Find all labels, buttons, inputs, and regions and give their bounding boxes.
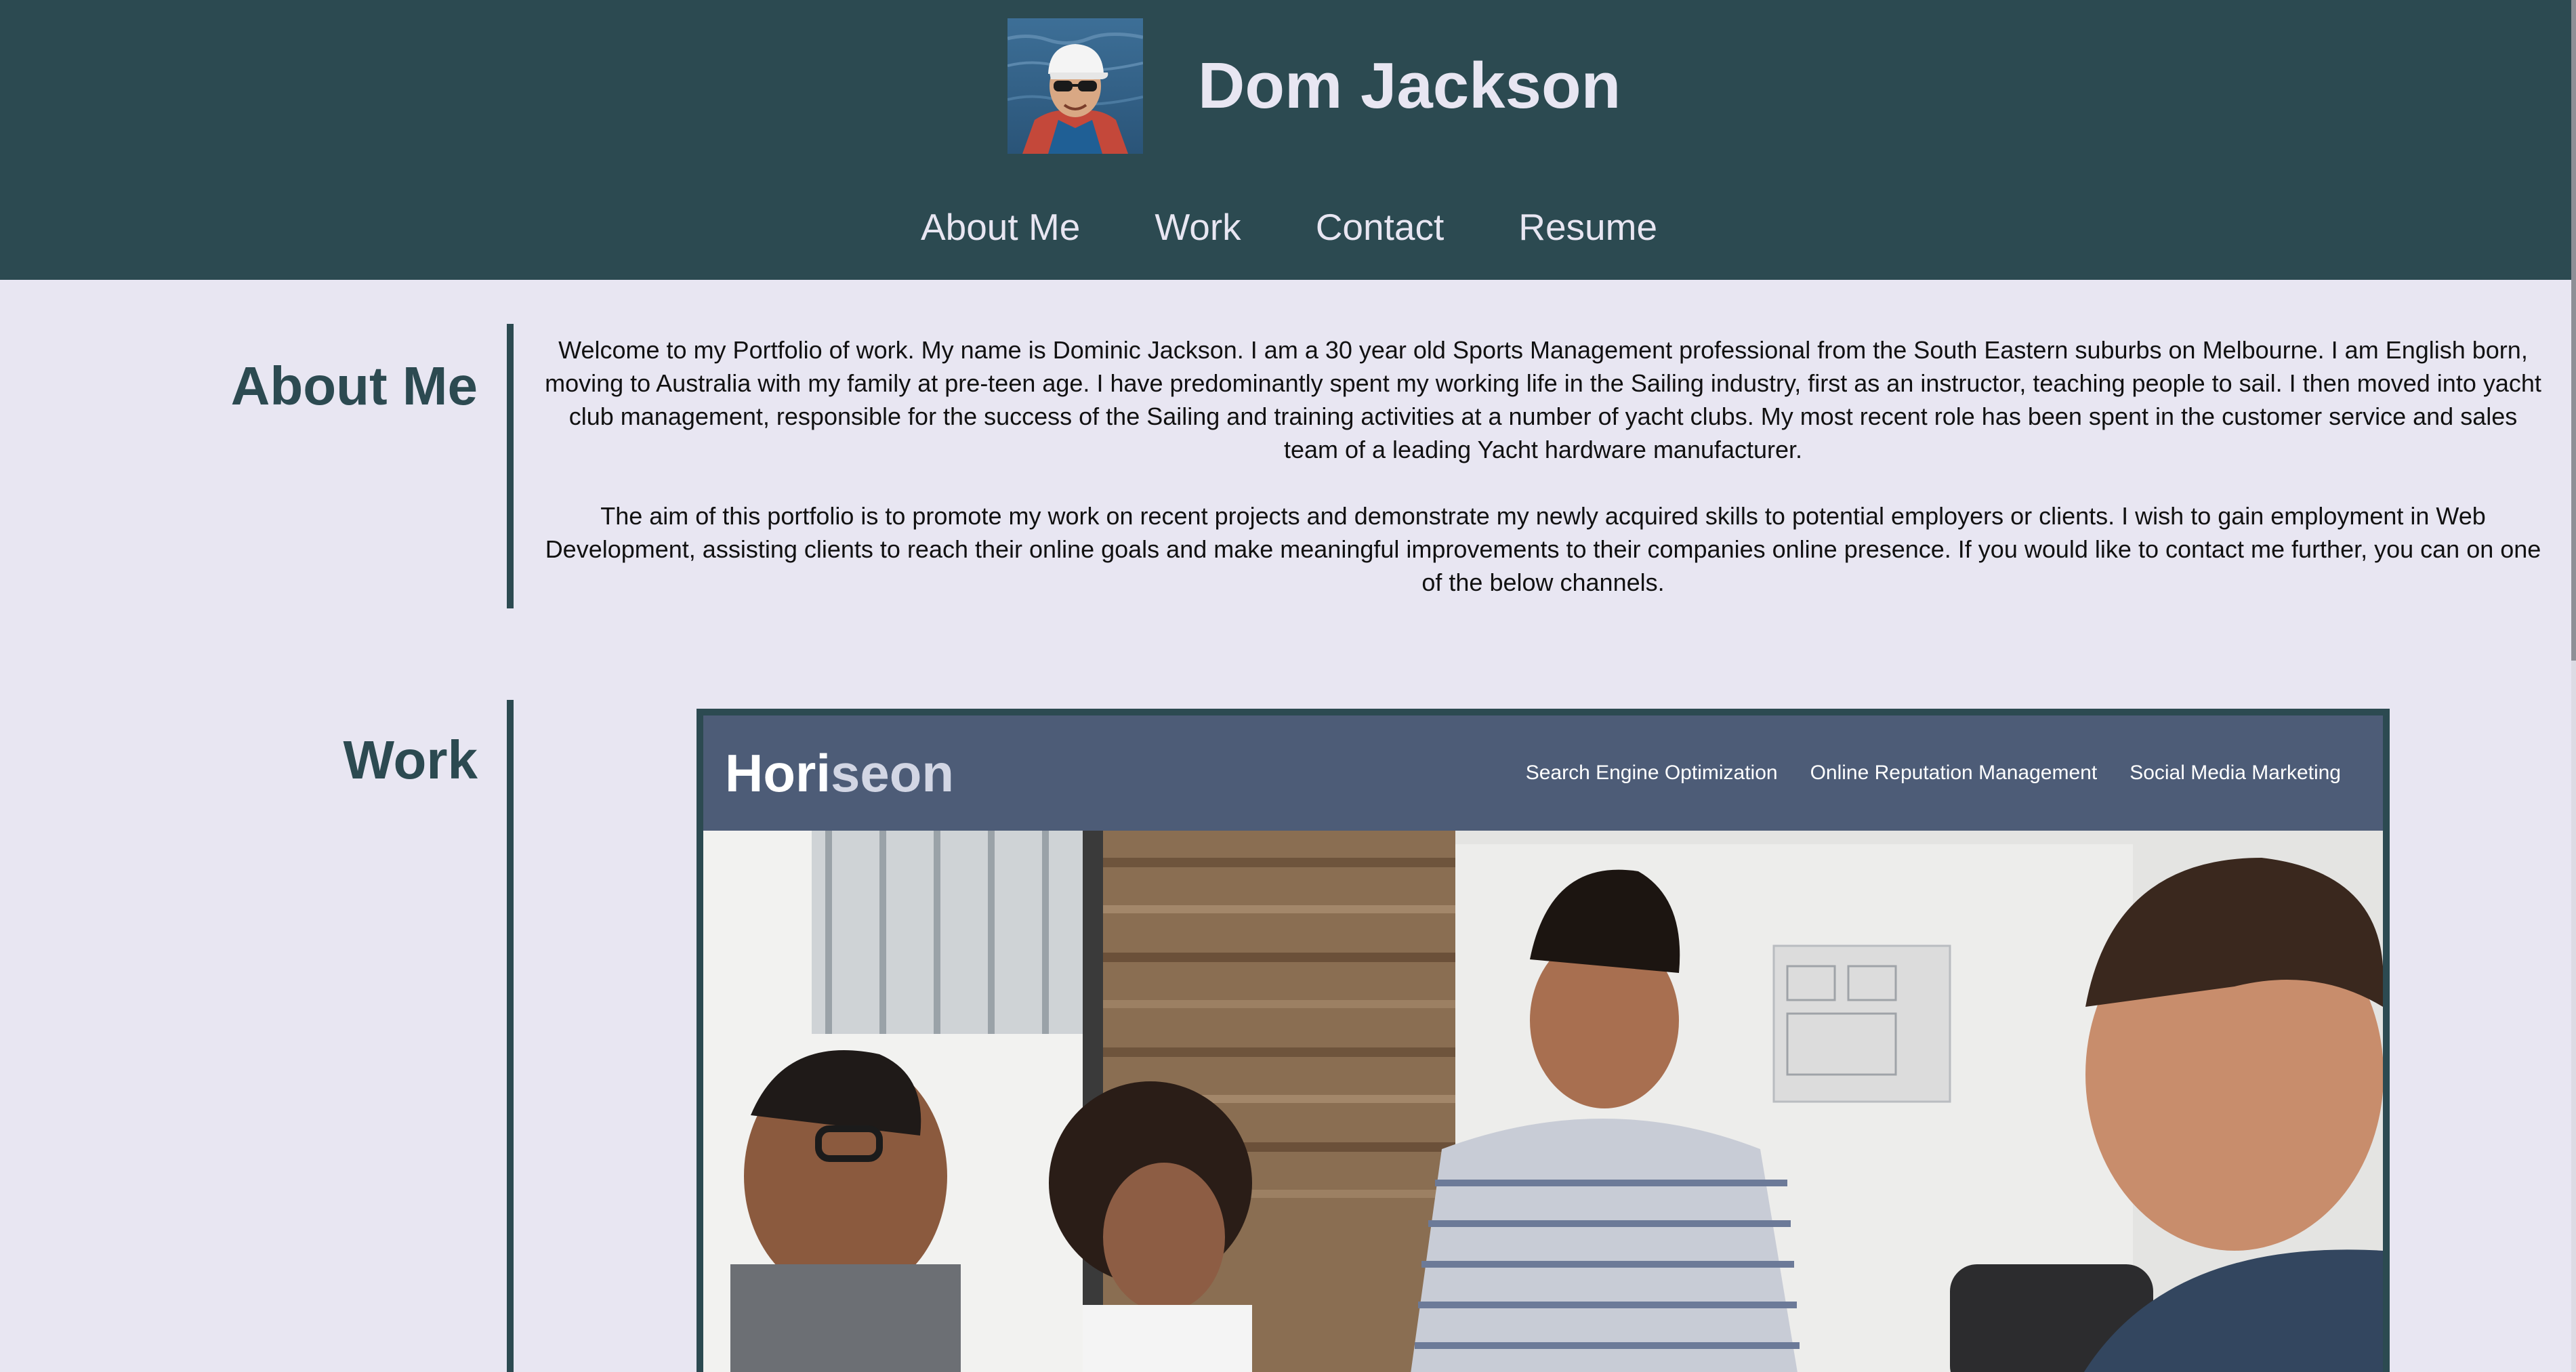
page: Dom Jackson About Me Work Contact Resume… <box>0 0 2576 1372</box>
profile-photo-image <box>1007 18 1143 154</box>
project-nav-reputation: Online Reputation Management <box>1810 762 2098 784</box>
work-heading: Work <box>343 730 478 790</box>
nav-contact[interactable]: Contact <box>1316 196 1445 257</box>
work-divider <box>507 700 514 1372</box>
project-nav-seo: Search Engine Optimization <box>1525 762 1778 784</box>
project-hero-image <box>703 831 2383 1372</box>
team-meeting-photo <box>703 831 2383 1372</box>
site-title: Dom Jackson <box>1198 49 1621 122</box>
about-paragraph-1: Welcome to my Portfolio of work. My name… <box>545 336 2541 463</box>
site-header: Dom Jackson About Me Work Contact Resume <box>0 0 2571 280</box>
project-card-header: Horiseon Search Engine Optimization Onli… <box>703 715 2383 831</box>
about-text: Welcome to my Portfolio of work. My name… <box>542 333 2544 632</box>
project-nav: Search Engine Optimization Online Reputa… <box>1526 756 2341 790</box>
project-logo-part2: seon <box>831 743 955 803</box>
about-paragraph-2: The aim of this portfolio is to promote … <box>545 502 2541 596</box>
project-card-horiseon[interactable]: Horiseon Search Engine Optimization Onli… <box>697 709 2390 1372</box>
about-heading: About Me <box>230 356 478 416</box>
nav-about-me[interactable]: About Me <box>921 196 1080 257</box>
about-divider <box>507 324 514 608</box>
nav-resume[interactable]: Resume <box>1518 196 1657 257</box>
page-scrollbar-thumb[interactable] <box>2571 0 2576 661</box>
profile-photo <box>1007 18 1143 154</box>
project-logo-part1: Hori <box>725 743 831 803</box>
project-logo: Horiseon <box>725 743 954 804</box>
project-nav-social: Social Media Marketing <box>2130 762 2341 784</box>
main-nav: About Me Work Contact Resume <box>0 196 2571 257</box>
nav-work[interactable]: Work <box>1155 196 1241 257</box>
